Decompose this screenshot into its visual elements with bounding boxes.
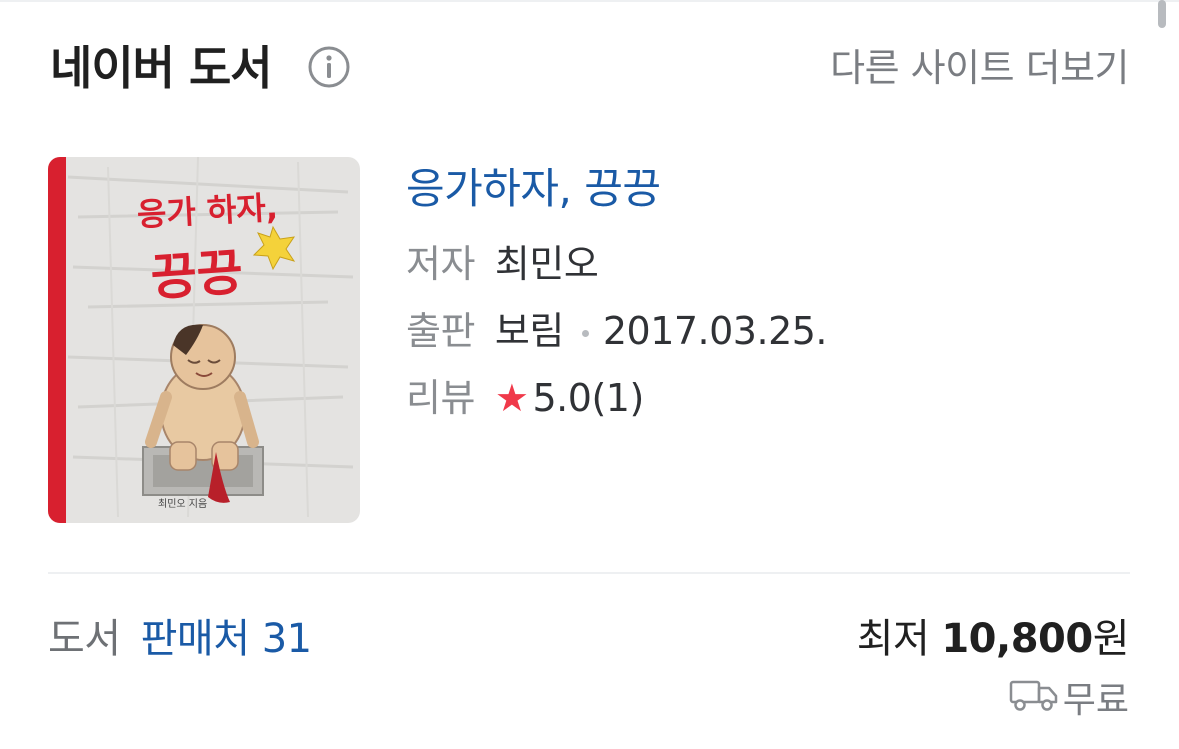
author-value: 최민오 <box>494 242 599 286</box>
publisher-label: 출판 <box>406 309 475 353</box>
review-count: (1) <box>591 376 644 420</box>
shipping-label: 무료 <box>1062 680 1129 721</box>
more-sites-link[interactable]: 다른 사이트 더보기 <box>830 40 1129 96</box>
review-label: 리뷰 <box>406 376 475 420</box>
publish-date: 2017.03.25. <box>602 309 828 353</box>
cover-title-line1: 응가 하자, <box>136 188 279 233</box>
truck-icon <box>1009 676 1059 726</box>
shipping-info: 무료 <box>1009 676 1129 726</box>
price-label: 최저 <box>856 616 930 662</box>
book-title-link[interactable]: 응가하자, 끙끙 <box>406 158 661 220</box>
category-label: 도서 <box>48 616 121 662</box>
currency-label: 원 <box>1092 616 1130 662</box>
author-label: 저자 <box>406 242 475 286</box>
cover-author-caption: 최민오 지음 <box>158 498 207 510</box>
review-row[interactable]: 리뷰 ★ 5.0(1) <box>406 370 644 426</box>
section-title: 네이버 도서 <box>50 41 273 95</box>
author-row: 저자 최민오 <box>406 236 599 292</box>
lowest-price[interactable]: 최저 10,800원 <box>856 610 1130 668</box>
star-icon: ★ <box>494 376 529 420</box>
seller-info: 도서 판매처 31 <box>48 610 312 668</box>
publisher-value: 보림 <box>494 309 564 353</box>
separator-dot <box>581 330 589 337</box>
price-value: 10,800 <box>941 616 1093 662</box>
info-icon[interactable] <box>307 45 351 89</box>
cover-title-line2: 끙끙 <box>149 243 245 307</box>
sellers-link[interactable]: 판매처 31 <box>141 616 313 662</box>
top-divider <box>0 0 1179 2</box>
rating-value: 5.0 <box>532 376 592 420</box>
section-divider <box>48 572 1130 574</box>
naver-books-card: 네이버 도서 다른 사이트 더보기 응가 하자, 끙끙 최민오 지음 응가하자,… <box>0 0 1179 749</box>
scrollbar[interactable] <box>1158 0 1166 28</box>
publisher-row: 출판 보림 2017.03.25. <box>406 303 828 359</box>
book-cover-image[interactable]: 응가 하자, 끙끙 최민오 지음 <box>48 157 360 523</box>
